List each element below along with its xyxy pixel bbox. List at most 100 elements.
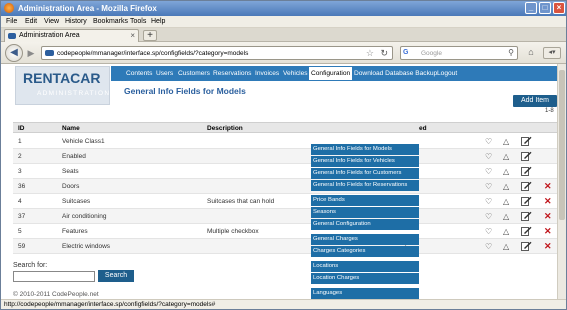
google-icon[interactable]: G: [403, 49, 413, 58]
search-label: Search for:: [13, 262, 48, 269]
forward-button[interactable]: ▶: [25, 47, 37, 59]
edit-icon[interactable]: [521, 226, 532, 236]
move-up-icon[interactable]: △: [503, 152, 509, 161]
edit-icon[interactable]: [521, 151, 532, 161]
search-button[interactable]: Search: [98, 270, 134, 282]
magnifier-icon[interactable]: ⚲: [508, 48, 514, 57]
edit-icon[interactable]: [521, 181, 532, 191]
dropdown-item[interactable]: Price Bands: [311, 195, 419, 206]
add-item-button[interactable]: Add Item: [513, 95, 557, 107]
table-row: 36 Doors ♡ △ ✕: [13, 179, 557, 194]
dropdown-item[interactable]: Locations: [311, 261, 419, 272]
delete-icon[interactable]: ✕: [544, 212, 552, 221]
menu-history[interactable]: History: [65, 18, 87, 25]
window-title: Administration Area - Mozilla Firefox: [18, 4, 157, 13]
close-tab-icon[interactable]: ×: [130, 31, 135, 40]
move-down-icon[interactable]: ♡: [485, 182, 492, 191]
delete-icon[interactable]: ✕: [544, 227, 552, 236]
row-id: 4: [18, 198, 22, 205]
addon-button[interactable]: ◂▾: [543, 47, 561, 59]
row-id: 59: [18, 243, 26, 250]
dropdown-item[interactable]: General Info Fields for Models: [311, 144, 419, 155]
nav-contents[interactable]: Contents: [126, 70, 152, 77]
browser-tab[interactable]: Administration Area ×: [4, 29, 139, 42]
row-id: 37: [18, 213, 26, 220]
move-down-icon[interactable]: ♡: [485, 152, 492, 161]
nav-vehicles[interactable]: Vehicles: [283, 70, 308, 77]
menu-file[interactable]: File: [6, 18, 17, 25]
delete-icon[interactable]: ✕: [544, 197, 552, 206]
move-down-icon[interactable]: ♡: [485, 167, 492, 176]
scrollbar-thumb[interactable]: [559, 70, 565, 220]
move-up-icon[interactable]: △: [503, 242, 509, 251]
move-up-icon[interactable]: △: [503, 197, 509, 206]
logo-subtext: ADMINISTRATION: [37, 90, 111, 97]
status-bar: http://codepeople/mmanager/interface.sp/…: [1, 299, 566, 309]
close-button[interactable]: ×: [553, 2, 565, 14]
dropdown-item[interactable]: General Configuration: [311, 219, 419, 230]
dropdown-item[interactable]: Languages: [311, 288, 419, 299]
move-up-icon[interactable]: △: [503, 227, 509, 236]
move-up-icon[interactable]: △: [503, 137, 509, 146]
edit-icon[interactable]: [521, 211, 532, 221]
url-bar[interactable]: codepeople/mmanager/interface.sp/configf…: [41, 46, 393, 60]
move-up-icon[interactable]: △: [503, 182, 509, 191]
dropdown-item[interactable]: General Info Fields for Reservations: [311, 180, 419, 191]
logo: RENTACAR ADMINISTRATION: [15, 66, 110, 105]
dropdown-item[interactable]: Seasons: [311, 207, 419, 218]
nav-customers[interactable]: Customers: [178, 70, 210, 77]
search-bar[interactable]: G Google ⚲: [400, 46, 518, 60]
nav-reservations[interactable]: Reservations: [213, 70, 251, 77]
col-description: Description: [207, 125, 243, 132]
delete-icon[interactable]: ✕: [544, 182, 552, 191]
move-down-icon[interactable]: ♡: [485, 242, 492, 251]
nav-invoices[interactable]: Invoices: [255, 70, 279, 77]
dropdown-item[interactable]: Charges Categories: [311, 246, 419, 257]
move-up-icon[interactable]: △: [503, 167, 509, 176]
home-icon[interactable]: ⌂: [524, 47, 538, 59]
nav-configuration[interactable]: Configuration: [309, 67, 353, 80]
dropdown-item[interactable]: Location Charges: [311, 273, 419, 284]
menu-tools[interactable]: Tools: [130, 18, 146, 25]
row-description: Multiple checkbox: [207, 228, 259, 235]
new-tab-button[interactable]: +: [143, 30, 157, 41]
move-up-icon[interactable]: △: [503, 212, 509, 221]
search-input[interactable]: [13, 271, 95, 282]
move-down-icon[interactable]: ♡: [485, 212, 492, 221]
edit-icon[interactable]: [521, 166, 532, 176]
col-id: ID: [18, 125, 25, 132]
navigation-toolbar: ◀ ▶ codepeople/mmanager/interface.sp/con…: [1, 42, 566, 64]
app-header: RENTACAR ADMINISTRATION Contents Users C…: [1, 64, 557, 107]
reload-icon[interactable]: ↻: [380, 48, 388, 59]
edit-icon[interactable]: [521, 241, 532, 251]
row-id: 5: [18, 228, 22, 235]
menu-bookmarks[interactable]: Bookmarks: [93, 18, 128, 25]
nav-logout[interactable]: Logout: [437, 70, 457, 77]
maximize-button[interactable]: □: [539, 2, 551, 14]
table-row: 37 Air conditioning ♡ △ ✕: [13, 209, 557, 224]
nav-download-backup[interactable]: Download Database Backup: [354, 70, 437, 77]
dropdown-item[interactable]: General Charges: [311, 234, 419, 245]
col-partial-header: ed: [419, 125, 427, 132]
row-id: 2: [18, 153, 22, 160]
back-button[interactable]: ◀: [5, 44, 23, 62]
menu-help[interactable]: Help: [151, 18, 165, 25]
page-title: General Info Fields for Models: [124, 86, 246, 96]
move-down-icon[interactable]: ♡: [485, 227, 492, 236]
minimize-button[interactable]: _: [525, 2, 537, 14]
vertical-scrollbar[interactable]: [557, 64, 566, 299]
move-down-icon[interactable]: ♡: [485, 197, 492, 206]
page-count: 1-8: [545, 108, 554, 114]
menu-view[interactable]: View: [44, 18, 59, 25]
edit-icon[interactable]: [521, 196, 532, 206]
bookmark-star-icon[interactable]: ☆: [366, 48, 374, 59]
delete-icon[interactable]: ✕: [544, 242, 552, 251]
edit-icon[interactable]: [521, 136, 532, 146]
copyright: © 2010-2011 CodePeople.net: [13, 291, 99, 298]
nav-users[interactable]: Users: [156, 70, 173, 77]
dropdown-item[interactable]: General Info Fields for Customers: [311, 168, 419, 179]
menu-edit[interactable]: Edit: [25, 18, 37, 25]
table-row: 59 Electric windows ♡ △ ✕: [13, 239, 557, 254]
dropdown-item[interactable]: General Info Fields for Vehicles: [311, 156, 419, 167]
move-down-icon[interactable]: ♡: [485, 137, 492, 146]
